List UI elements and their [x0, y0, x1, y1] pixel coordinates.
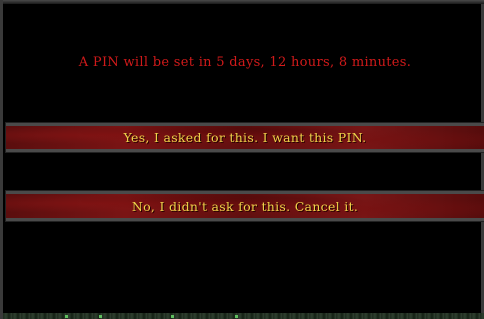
frame-top-border [3, 0, 484, 4]
frame-glint [65, 315, 68, 318]
cancel-pin-button[interactable]: No, I didn't ask for this. Cancel it. [5, 190, 484, 222]
frame-glint [171, 315, 174, 318]
confirm-pin-button[interactable]: Yes, I asked for this. I want this PIN. [5, 122, 484, 153]
frame-bottom-border [3, 313, 484, 319]
cancel-pin-label: No, I didn't ask for this. Cancel it. [131, 198, 359, 214]
confirm-pin-label: Yes, I asked for this. I want this PIN. [123, 130, 367, 145]
pin-countdown-message: A PIN will be set in 5 days, 12 hours, 8… [78, 55, 412, 70]
frame-glint [235, 315, 238, 318]
frame-glint [99, 315, 102, 318]
pin-dialog: A PIN will be set in 5 days, 12 hours, 8… [0, 0, 484, 319]
